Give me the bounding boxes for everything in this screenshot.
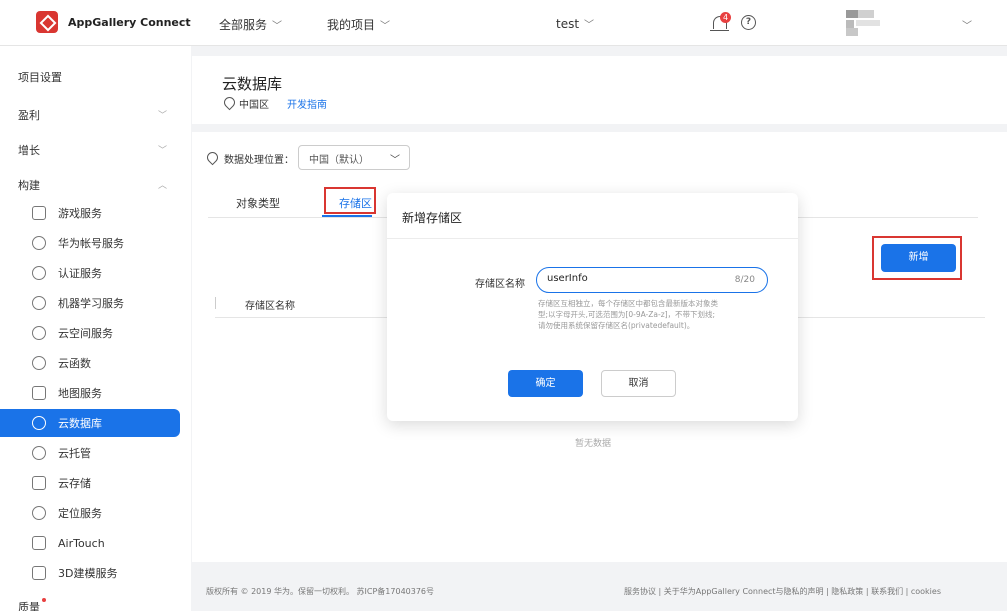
location-label: 数据处理位置：	[224, 155, 294, 166]
notifications-button[interactable]: 4	[710, 12, 731, 34]
sidebar-item-label: 云函数	[58, 357, 91, 370]
sidebar-item-label: 地图服务	[58, 387, 102, 400]
active-tab-indicator	[322, 215, 372, 217]
sidebar-item-game-service[interactable]: 游戏服务	[0, 199, 180, 227]
location-select-value: 中国（默认）	[309, 155, 369, 166]
page-header-card	[192, 56, 1007, 124]
chevron-down-icon: ﹀	[272, 21, 283, 32]
sidebar-quality[interactable]: 质量	[18, 599, 40, 611]
sidebar-item-label: 云数据库	[58, 417, 102, 430]
region-label: 中国区	[239, 100, 269, 111]
location-icon	[32, 506, 46, 520]
map-icon	[32, 386, 46, 400]
sidebar-item-label: 云存储	[58, 477, 91, 490]
sidebar-monetize[interactable]: 盈利	[18, 107, 40, 123]
sidebar-item-airtouch[interactable]: AirTouch	[0, 529, 180, 557]
footer-copyright: 版权所有 © 2019 华为。保留一切权利。 苏ICP备17040376号	[206, 587, 435, 596]
project-selector[interactable]: test ﹀	[556, 16, 595, 32]
account-icon	[32, 236, 46, 250]
top-bar: AppGallery Connect 全部服务 ﹀ 我的项目 ﹀ test ﹀ …	[0, 0, 1007, 46]
highlight-box-add-button	[872, 236, 962, 280]
sidebar-build[interactable]: 构建	[18, 177, 40, 193]
sidebar-item-label: 3D建模服务	[58, 567, 118, 580]
project-name: test	[556, 16, 580, 31]
sidebar-item-location-service[interactable]: 定位服务	[0, 499, 180, 527]
chevron-down-icon[interactable]: ﹀	[158, 108, 167, 121]
hosting-icon	[32, 446, 46, 460]
confirm-button[interactable]: 确定	[508, 370, 583, 397]
zone-name-label: 存储区名称	[475, 279, 525, 290]
chevron-down-icon: ﹀	[390, 155, 400, 166]
sidebar-item-account-service[interactable]: 华为帐号服务	[0, 229, 180, 257]
hint-line: 存储区互相独立，每个存储区中都包含最新版本对象类	[538, 299, 718, 308]
auth-icon	[32, 266, 46, 280]
sidebar-item-label: AirTouch	[58, 536, 105, 550]
game-icon	[32, 206, 46, 220]
location-select[interactable]: 中国（默认） ﹀	[298, 145, 410, 170]
nav-my-projects[interactable]: 我的项目 ﹀	[327, 16, 390, 33]
sidebar-item-auth-service[interactable]: 认证服务	[0, 259, 180, 287]
highlight-box-tab	[324, 187, 376, 214]
page-title: 云数据库	[222, 75, 283, 93]
sidebar-item-3d-modeling[interactable]: 3D建模服务	[0, 559, 180, 587]
sidebar-item-label: 机器学习服务	[58, 297, 124, 310]
airtouch-icon	[32, 536, 46, 550]
chevron-down-icon: ﹀	[584, 20, 595, 31]
logo-text: AppGallery Connect	[68, 15, 191, 29]
sidebar-item-map-service[interactable]: 地图服务	[0, 379, 180, 407]
sidebar-item-label: 华为帐号服务	[58, 237, 124, 250]
zone-name-input[interactable]: userInfo 8/20	[536, 267, 768, 293]
storage-icon	[32, 476, 46, 490]
sidebar-item-cloud-database[interactable]: 云数据库	[0, 409, 180, 437]
notification-badge: 4	[720, 12, 731, 23]
cloud-function-icon	[32, 356, 46, 370]
hint-line: 型;以字母开头,可选范围为[0-9A-Za-z]，不带下划线;	[538, 310, 716, 319]
footer-links[interactable]: 服务协议 | 关于华为AppGallery Connect与隐私的声明 | 隐私…	[624, 586, 941, 597]
avatar[interactable]	[846, 10, 882, 36]
sidebar-project-settings[interactable]: 项目设置	[18, 69, 62, 85]
cloud-space-icon	[32, 326, 46, 340]
sidebar-item-cloud-hosting[interactable]: 云托管	[0, 439, 180, 467]
dev-guide-link[interactable]: 开发指南	[287, 96, 327, 111]
zone-name-value: userInfo	[547, 273, 588, 284]
user-menu-chevron-icon[interactable]: ﹀	[962, 17, 972, 32]
empty-state-text: 暂无数据	[575, 439, 612, 449]
add-storage-zone-dialog: 新增存储区 存储区名称 userInfo 8/20 存储区互相独立，每个存储区中…	[387, 193, 798, 421]
logo[interactable]: AppGallery Connect	[36, 11, 191, 33]
sidebar-item-label: 云空间服务	[58, 327, 113, 340]
3d-modeling-icon	[32, 566, 46, 580]
database-icon	[32, 416, 46, 430]
dialog-divider	[387, 238, 798, 239]
sidebar-growth[interactable]: 增长	[18, 142, 40, 158]
chevron-down-icon: ﹀	[380, 21, 391, 32]
ml-icon	[32, 296, 46, 310]
sidebar-item-ml-service[interactable]: 机器学习服务	[0, 289, 180, 317]
nav-my-projects-label: 我的项目	[327, 18, 376, 32]
column-divider	[215, 297, 216, 309]
dialog-title: 新增存储区	[402, 211, 463, 225]
sidebar-item-label: 认证服务	[58, 267, 102, 280]
chevron-down-icon[interactable]: ﹀	[158, 143, 167, 156]
column-header-name: 存储区名称	[245, 301, 295, 312]
tab-object-types[interactable]: 对象类型	[236, 195, 280, 211]
sidebar-item-cloud-storage[interactable]: 云存储	[0, 469, 180, 497]
hint-line: 请勿使用系统保留存储区名(privatedefault)。	[538, 321, 695, 330]
nav-all-services-label: 全部服务	[219, 18, 268, 32]
sidebar-item-cloud-function[interactable]: 云函数	[0, 349, 180, 377]
cancel-button[interactable]: 取消	[601, 370, 676, 397]
char-counter: 8/20	[734, 275, 755, 285]
chevron-up-icon[interactable]: ︿	[158, 178, 167, 191]
quality-alert-dot	[42, 598, 46, 602]
help-icon[interactable]: ?	[741, 15, 756, 30]
zone-name-hint: 存储区互相独立，每个存储区中都包含最新版本对象类 型;以字母开头,可选范围为[0…	[538, 298, 770, 331]
sidebar-item-label: 定位服务	[58, 507, 102, 520]
sidebar-item-label: 云托管	[58, 447, 91, 460]
nav-all-services[interactable]: 全部服务 ﹀	[219, 16, 282, 33]
sidebar-item-label: 游戏服务	[58, 207, 102, 220]
appgallery-logo-icon	[36, 11, 58, 33]
sidebar-item-cloud-space[interactable]: 云空间服务	[0, 319, 180, 347]
